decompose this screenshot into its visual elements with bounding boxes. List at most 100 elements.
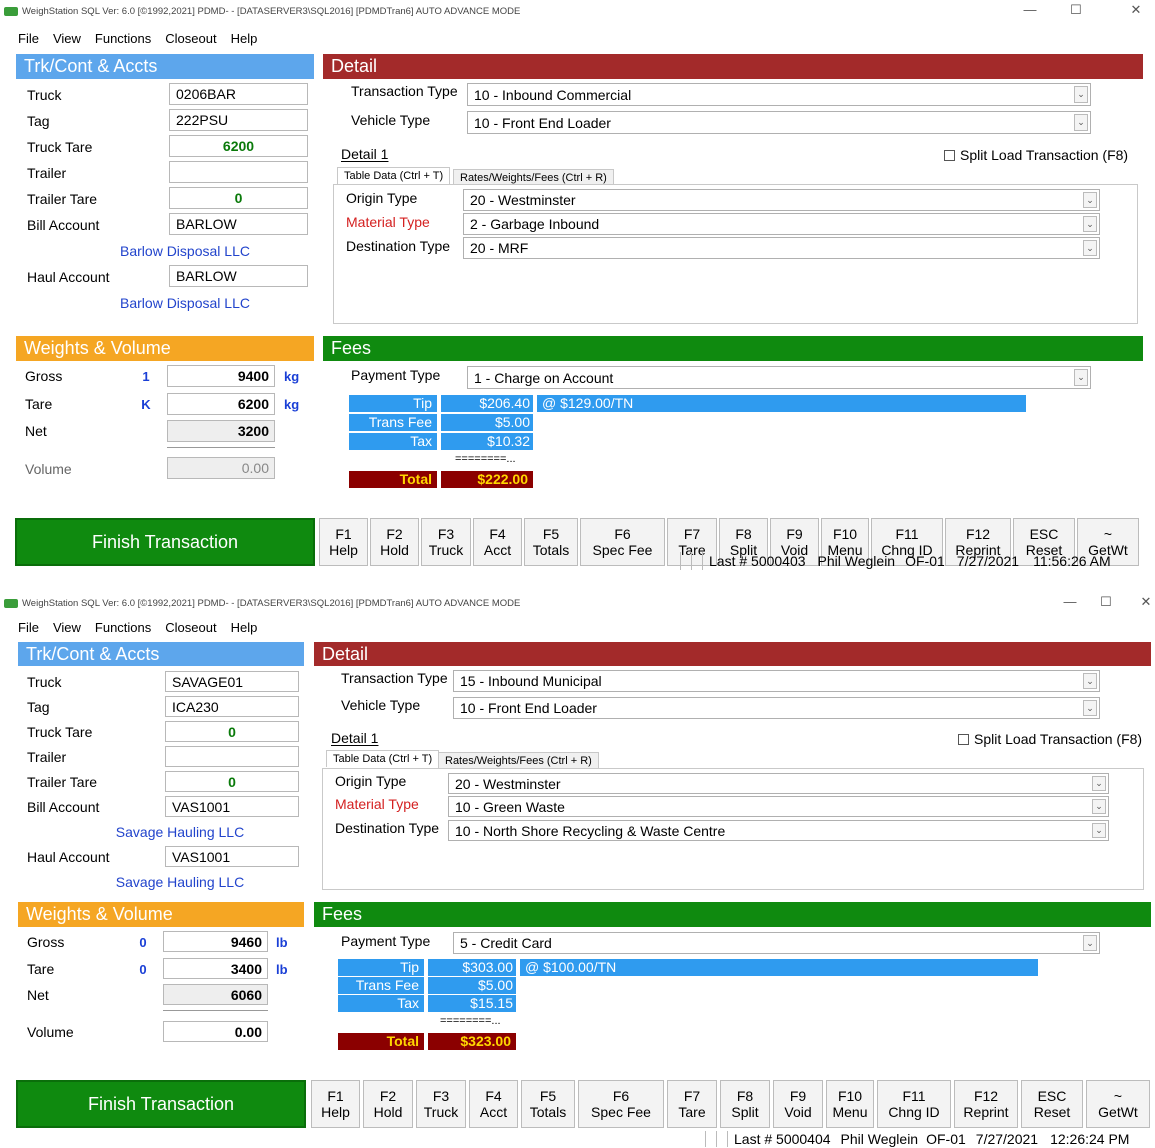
status-bar: Last # 5000404 Phil Weglein OF-01 7/27/2… (705, 1130, 1129, 1148)
vehicle-type-select[interactable]: 10 - Front End Loader ⌄ (467, 111, 1091, 134)
trailer-tare-field[interactable]: 0 (165, 771, 299, 792)
minimize-button[interactable]: — (1020, 2, 1040, 17)
menu-file[interactable]: File (12, 620, 47, 635)
bill-account-field[interactable]: VAS1001 (165, 796, 299, 817)
f12-reprint-button[interactable]: F12 Reprint (954, 1080, 1018, 1128)
material-type-select[interactable]: 2 - Garbage Inbound ⌄ (463, 213, 1100, 235)
material-type-select[interactable]: 10 - Green Waste ⌄ (448, 796, 1109, 817)
f7-tare-button[interactable]: F7 Tare (667, 1080, 717, 1128)
menu-help[interactable]: Help (225, 620, 266, 635)
gross-field[interactable]: 9400 (167, 365, 275, 387)
truck-tare-field[interactable]: 0 (165, 721, 299, 742)
menu-closeout[interactable]: Closeout (159, 31, 224, 46)
tab-table-data[interactable]: Table Data (Ctrl + T) (326, 750, 440, 767)
status-last-transaction: Last # 5000403 (709, 553, 806, 569)
chevron-down-icon[interactable]: ⌄ (1083, 935, 1097, 951)
f2-hold-button[interactable]: F2 Hold (363, 1080, 413, 1128)
tab-detail-1[interactable]: Detail 1 (341, 146, 388, 162)
chevron-down-icon[interactable]: ⌄ (1083, 240, 1097, 256)
origin-type-select[interactable]: 20 - Westminster ⌄ (448, 773, 1109, 794)
truck-field[interactable]: 0206BAR (169, 83, 308, 105)
bill-account-field[interactable]: BARLOW (169, 213, 308, 235)
trailer-field[interactable] (169, 161, 308, 183)
chevron-down-icon[interactable]: ⌄ (1074, 369, 1088, 386)
split-load-checkbox[interactable]: Split Load Transaction (F8) (958, 731, 1142, 747)
truck-tare-field[interactable]: 6200 (169, 135, 308, 157)
transaction-type-label: Transaction Type (351, 83, 458, 99)
f1-help-button[interactable]: F1 Help (311, 1080, 360, 1128)
truck-field[interactable]: SAVAGE01 (165, 671, 299, 692)
status-station: OF-01 (926, 1131, 966, 1147)
payment-type-select[interactable]: 5 - Credit Card ⌄ (453, 932, 1100, 954)
origin-type-select[interactable]: 20 - Westminster ⌄ (463, 189, 1100, 211)
status-separator (705, 1131, 706, 1147)
chevron-down-icon[interactable]: ⌄ (1083, 700, 1097, 716)
menu-view[interactable]: View (47, 31, 89, 46)
tag-field[interactable]: 222PSU (169, 109, 308, 131)
f4-acct-button[interactable]: F4 Acct (473, 518, 522, 566)
menu-functions[interactable]: Functions (89, 31, 159, 46)
haul-account-field[interactable]: BARLOW (169, 265, 308, 287)
volume-field[interactable]: 0.00 (167, 457, 275, 479)
chevron-down-icon[interactable]: ⌄ (1074, 114, 1088, 131)
f9-void-button[interactable]: F9 Void (773, 1080, 823, 1128)
menu-view[interactable]: View (47, 620, 89, 635)
f6-spec-fee-button[interactable]: F6 Spec Fee (580, 518, 665, 566)
chevron-down-icon[interactable]: ⌄ (1092, 823, 1106, 838)
key-action: Hold (380, 542, 409, 558)
f3-truck-button[interactable]: F3 Truck (416, 1080, 466, 1128)
destination-type-select[interactable]: 10 - North Shore Recycling & Waste Centr… (448, 820, 1109, 841)
tab-table-data[interactable]: Table Data (Ctrl + T) (337, 167, 451, 184)
f5-totals-button[interactable]: F5 Totals (524, 518, 578, 566)
getwt-button[interactable]: ~ GetWt (1086, 1080, 1150, 1128)
checkbox-icon[interactable] (958, 734, 969, 745)
chevron-down-icon[interactable]: ⌄ (1092, 776, 1106, 791)
trailer-field[interactable] (165, 746, 299, 767)
chevron-down-icon[interactable]: ⌄ (1092, 799, 1106, 814)
f1-help-button[interactable]: F1 Help (319, 518, 368, 566)
key-action: Reset (1033, 1104, 1071, 1120)
transaction-type-select[interactable]: 10 - Inbound Commercial ⌄ (467, 83, 1091, 106)
checkbox-icon[interactable] (944, 150, 955, 161)
chevron-down-icon[interactable]: ⌄ (1083, 192, 1097, 208)
minimize-button[interactable]: — (1060, 594, 1080, 609)
menu-help[interactable]: Help (225, 31, 266, 46)
split-load-checkbox[interactable]: Split Load Transaction (F8) (944, 147, 1128, 163)
f10-menu-button[interactable]: F10 Menu (826, 1080, 874, 1128)
haul-account-field[interactable]: VAS1001 (165, 846, 299, 867)
origin-type-label: Origin Type (335, 773, 407, 789)
chevron-down-icon[interactable]: ⌄ (1083, 216, 1097, 232)
finish-transaction-button[interactable]: Finish Transaction (15, 518, 315, 566)
f4-acct-button[interactable]: F4 Acct (469, 1080, 518, 1128)
maximize-button[interactable]: ☐ (1066, 2, 1086, 18)
maximize-button[interactable]: ☐ (1096, 594, 1116, 610)
f3-truck-button[interactable]: F3 Truck (421, 518, 471, 566)
f11-chng-id-button[interactable]: F11 Chng ID (877, 1080, 951, 1128)
transaction-type-select[interactable]: 15 - Inbound Municipal ⌄ (453, 670, 1100, 692)
menu-file[interactable]: File (12, 31, 47, 46)
vehicle-type-select[interactable]: 10 - Front End Loader ⌄ (453, 697, 1100, 719)
close-button[interactable]: ✕ (1136, 594, 1155, 610)
tag-field[interactable]: ICA230 (165, 696, 299, 717)
menu-functions[interactable]: Functions (89, 620, 159, 635)
key-action: Void (784, 1104, 812, 1120)
f5-totals-button[interactable]: F5 Totals (521, 1080, 575, 1128)
tab-detail-1[interactable]: Detail 1 (331, 730, 378, 746)
f8-split-button[interactable]: F8 Split (720, 1080, 770, 1128)
f2-hold-button[interactable]: F2 Hold (370, 518, 419, 566)
finish-transaction-button[interactable]: Finish Transaction (16, 1080, 306, 1128)
f6-spec-fee-button[interactable]: F6 Spec Fee (578, 1080, 664, 1128)
trailer-tare-field[interactable]: 0 (169, 187, 308, 209)
tab-rates-weights-fees[interactable]: Rates/Weights/Fees (Ctrl + R) (438, 752, 599, 769)
menu-closeout[interactable]: Closeout (159, 620, 224, 635)
payment-type-select[interactable]: 1 - Charge on Account ⌄ (467, 366, 1091, 389)
esc-reset-button[interactable]: ESC Reset (1021, 1080, 1083, 1128)
chevron-down-icon[interactable]: ⌄ (1083, 673, 1097, 689)
chevron-down-icon[interactable]: ⌄ (1074, 86, 1088, 103)
gross-field[interactable]: 9460 (163, 931, 268, 952)
volume-field[interactable]: 0.00 (163, 1021, 268, 1042)
destination-type-select[interactable]: 20 - MRF ⌄ (463, 237, 1100, 259)
tare-field[interactable]: 6200 (167, 393, 275, 415)
close-button[interactable]: ✕ (1126, 2, 1146, 18)
tare-field[interactable]: 3400 (163, 958, 268, 979)
